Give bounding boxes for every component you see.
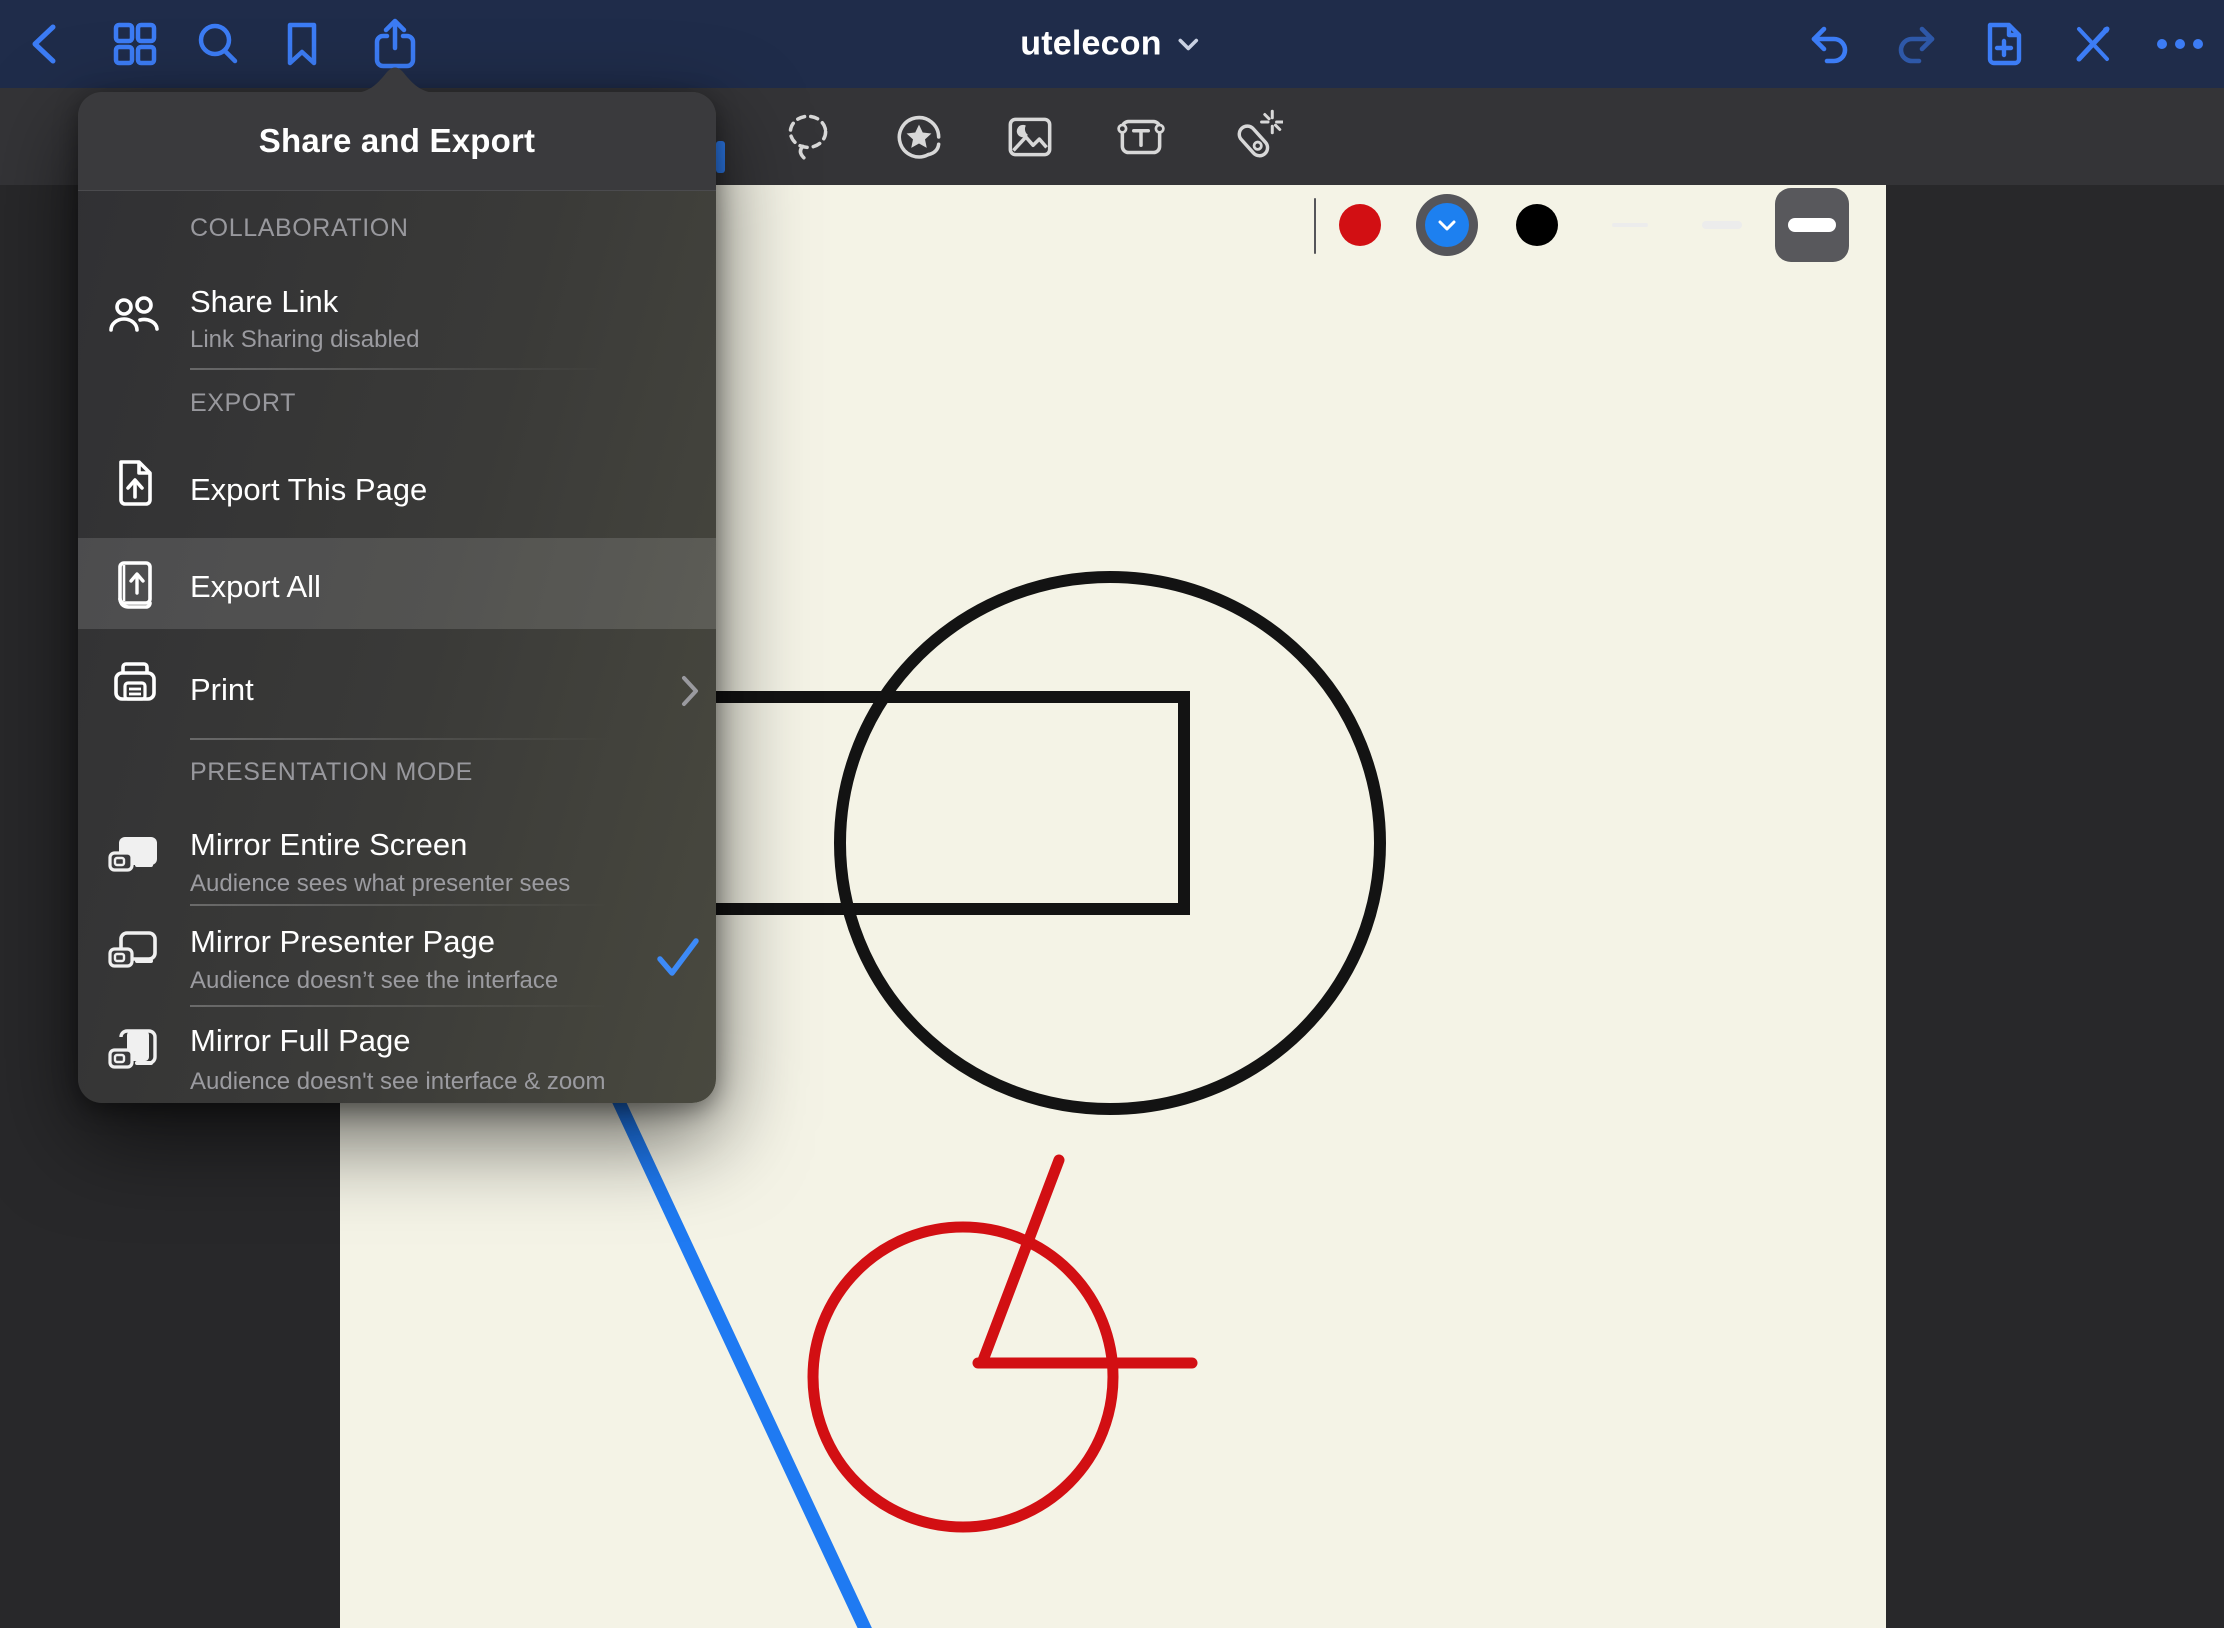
lasso-icon — [779, 108, 837, 166]
mirror-full-page-icon — [107, 1025, 163, 1081]
add-page-button[interactable] — [1976, 16, 2032, 72]
color-red-button[interactable] — [1339, 204, 1381, 246]
lasso-tool-button[interactable] — [778, 107, 838, 167]
stroke-black-circle — [840, 577, 1380, 1109]
menu-item-title: Export This Page — [190, 471, 427, 509]
redo-button[interactable] — [1888, 16, 1944, 72]
laser-tool-button[interactable] — [1223, 107, 1283, 167]
color-blue-button-selected[interactable] — [1416, 194, 1478, 256]
image-tool-button[interactable] — [1000, 107, 1060, 167]
thickness-thick-button-selected[interactable] — [1775, 188, 1849, 262]
menu-item-share-link[interactable] — [78, 254, 716, 382]
stickers-tool-button[interactable] — [889, 107, 949, 167]
pen-disabled-icon — [2067, 19, 2117, 69]
pen-mode-button[interactable] — [2064, 16, 2120, 72]
search-button[interactable] — [190, 16, 246, 72]
popup-header: Share and Export — [78, 92, 716, 191]
menu-item-title: Print — [190, 671, 254, 709]
thickness-medium-button[interactable] — [1702, 221, 1742, 229]
laser-pointer-icon — [1223, 107, 1283, 167]
stroke-red-diagonal — [982, 1160, 1059, 1363]
section-label-presentation-mode: PRESENTATION MODE — [190, 754, 473, 790]
add-page-icon — [1979, 17, 2029, 71]
color-black-button[interactable] — [1516, 204, 1558, 246]
back-button[interactable] — [17, 16, 73, 72]
pen-tool-peek — [716, 141, 725, 173]
checkmark-icon — [654, 935, 702, 979]
bookmark-icon — [280, 19, 324, 69]
section-label-collaboration: COLLABORATION — [190, 210, 409, 246]
menu-item-subtitle: Link Sharing disabled — [190, 325, 420, 355]
undo-icon — [1804, 20, 1856, 68]
document-title-button[interactable]: utelecon — [1020, 25, 1199, 64]
export-all-icon — [107, 557, 163, 613]
sticker-star-icon — [890, 108, 948, 166]
menu-item-title: Mirror Entire Screen — [190, 826, 467, 864]
search-icon — [193, 19, 243, 69]
printer-icon — [107, 657, 163, 713]
more-button[interactable] — [2152, 16, 2208, 72]
chevron-down-icon — [1178, 37, 1200, 51]
menu-item-title: Mirror Presenter Page — [190, 923, 495, 961]
chevron-right-icon — [678, 672, 702, 710]
menu-item-print[interactable] — [78, 629, 716, 735]
pages-grid-icon — [110, 19, 160, 69]
stroke-blue-line — [598, 1057, 868, 1628]
menu-item-title: Export All — [190, 568, 321, 606]
more-icon — [2154, 34, 2206, 54]
text-icon — [1112, 108, 1170, 166]
color-blue-dot — [1425, 203, 1469, 247]
menu-item-export-all[interactable] — [78, 538, 716, 629]
back-icon — [23, 19, 67, 69]
mirror-entire-screen-icon — [107, 829, 163, 885]
menu-item-title: Mirror Full Page — [190, 1022, 411, 1060]
image-icon — [1001, 108, 1059, 166]
undo-button[interactable] — [1802, 16, 1858, 72]
menu-item-subtitle: Audience sees what presenter sees — [190, 869, 570, 899]
menu-item-subtitle: Audience doesn't see interface & zoom — [190, 1067, 606, 1097]
people-icon — [107, 290, 163, 346]
text-tool-button[interactable] — [1111, 107, 1171, 167]
separator — [190, 368, 610, 370]
menu-item-title: Share Link — [190, 283, 338, 321]
top-navbar: utelecon — [0, 0, 2224, 88]
thickness-thin-button[interactable] — [1612, 223, 1648, 227]
redo-icon — [1890, 20, 1942, 68]
popup-caret — [351, 63, 439, 93]
mirror-presenter-page-icon — [107, 925, 163, 981]
share-export-popup: Share and Export COLLABORATION Share Lin… — [78, 92, 716, 1103]
section-label-export: EXPORT — [190, 385, 296, 421]
thickness-thick-sample — [1788, 218, 1836, 232]
toolbar-divider — [1314, 198, 1316, 254]
popup-title: Share and Export — [78, 92, 716, 190]
export-page-icon — [107, 455, 163, 511]
document-title: utelecon — [1020, 25, 1161, 64]
chevron-down-icon — [1438, 220, 1456, 231]
pages-overview-button[interactable] — [107, 16, 163, 72]
separator — [190, 738, 610, 740]
app-screen: utelecon — [0, 0, 2224, 1628]
bookmark-button[interactable] — [274, 16, 330, 72]
stroke-red-circle — [813, 1227, 1113, 1527]
menu-item-subtitle: Audience doesn’t see the interface — [190, 966, 558, 996]
